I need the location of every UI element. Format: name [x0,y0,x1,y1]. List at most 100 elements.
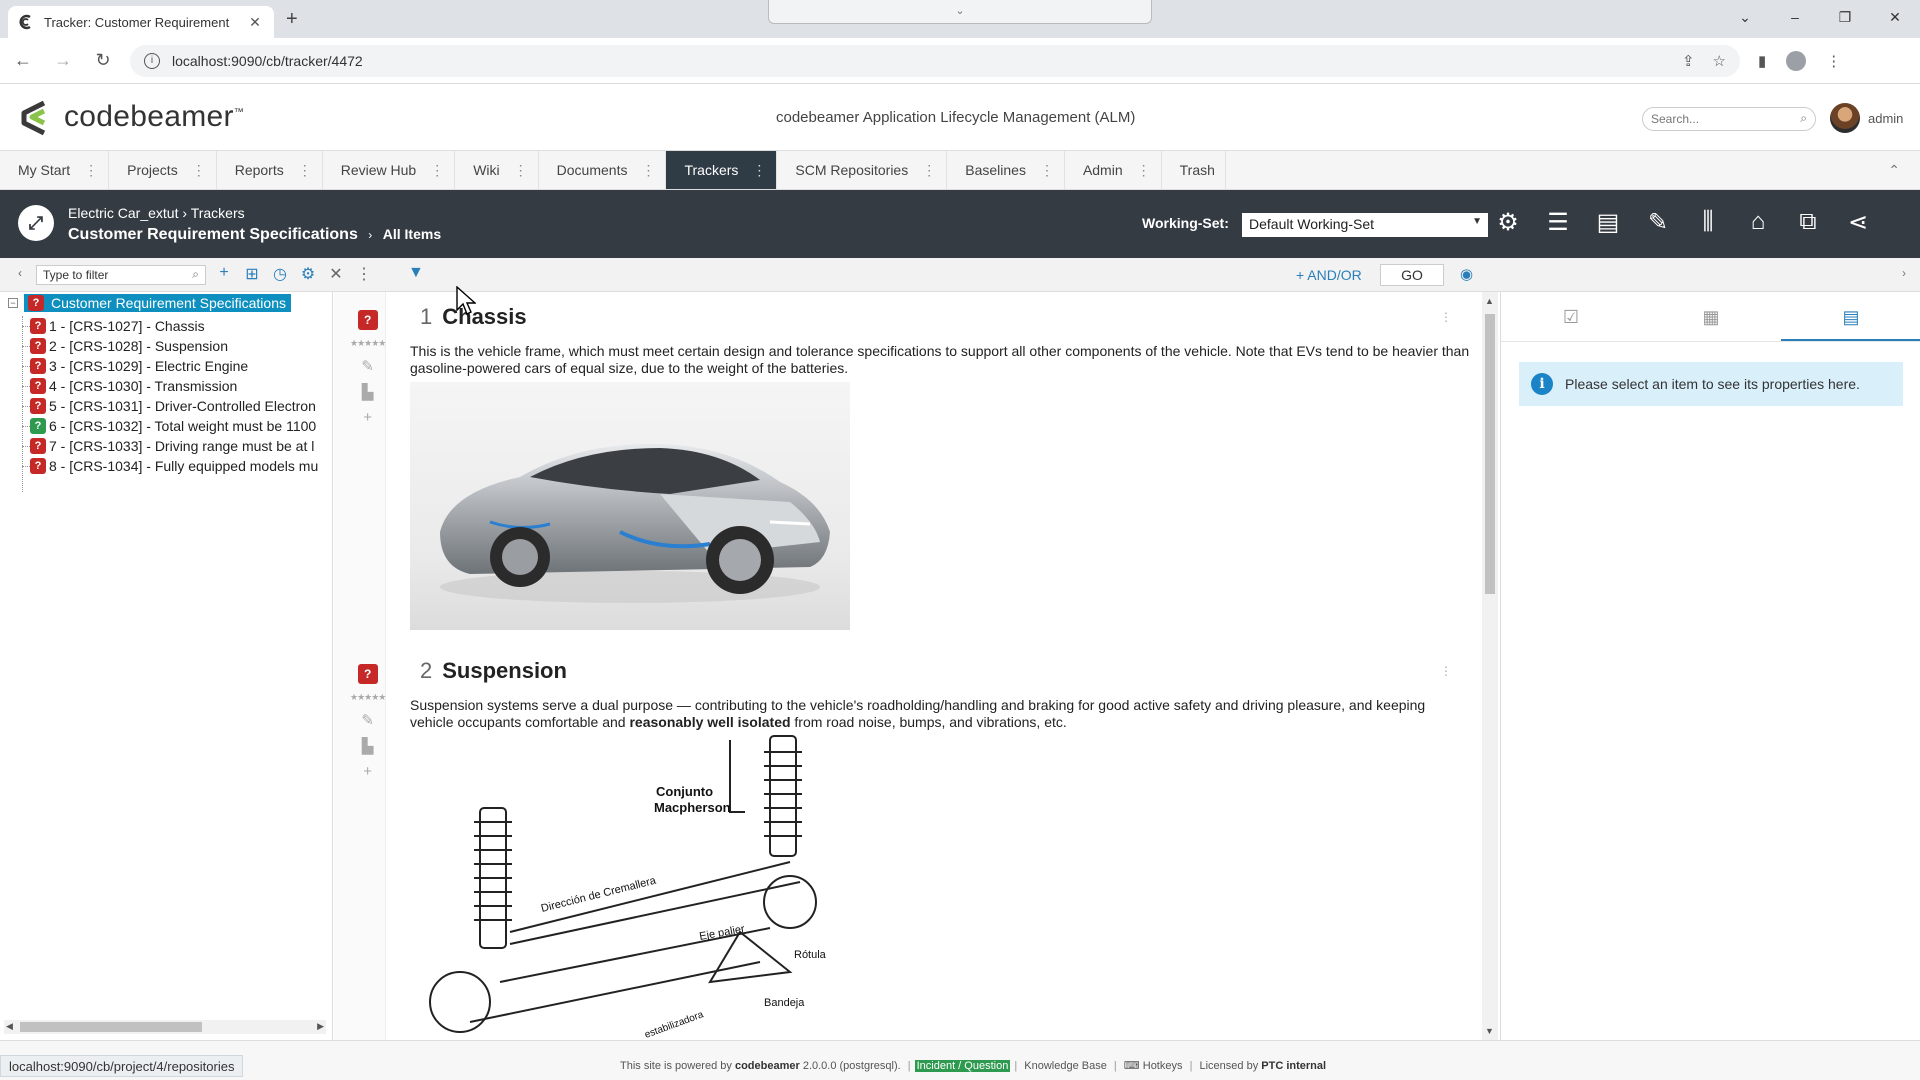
add-child-icon[interactable]: + [363,409,372,426]
collapse-all-icon[interactable]: ✕ [328,264,344,284]
comment-icon[interactable]: ▙ [362,737,374,755]
nav-menu-icon[interactable]: ⋮ [84,162,98,179]
url-field[interactable]: i localhost:9090/cb/tracker/4472 ⇪ ☆ [130,44,1740,77]
nav-menu-icon[interactable]: ⋮ [752,162,766,179]
test-coverage-icon[interactable]: ⌂ [1744,208,1772,237]
go-button[interactable]: GO [1380,264,1444,286]
share-icon[interactable]: ⇪ [1682,52,1695,70]
profile-icon[interactable] [1786,50,1807,71]
nav-wiki[interactable]: Wiki ⋮ [455,151,539,189]
document-edit-icon[interactable]: ✎ [1644,208,1672,237]
table-view-icon[interactable]: ☰ [1544,208,1572,237]
filter-icon[interactable]: ▼ [408,264,424,282]
tree-item[interactable]: ? 4 - [CRS-1030] - Transmission [21,376,318,396]
side-panel-icon[interactable]: ▮ [1758,52,1766,70]
search-icon[interactable]: ⌕ [1800,111,1807,126]
requirement-icon[interactable]: ? [357,664,378,684]
section-description[interactable]: This is the vehicle frame, which must me… [410,343,1470,377]
add-child-icon[interactable]: + [363,763,372,780]
and-or-button[interactable]: + AND/OR [1296,267,1362,283]
bookmark-star-icon[interactable]: ☆ [1713,52,1726,70]
nav-menu-icon[interactable]: ⋮ [922,162,936,179]
scrollbar-thumb[interactable] [20,1022,202,1032]
breadcrumb-trackers[interactable]: Trackers [191,205,245,221]
tree-root-label[interactable]: Customer Requirement Specifications [51,295,286,311]
gear-icon[interactable]: ⚙ [1494,208,1522,237]
tab-references-icon[interactable]: ▦ [1641,292,1781,341]
working-set-select[interactable]: Default Working-Set ▼ [1242,213,1488,237]
url-text[interactable]: localhost:9090/cb/tracker/4472 [172,53,1682,69]
scroll-down-icon[interactable]: ▼ [1485,1026,1494,1036]
nav-menu-icon[interactable]: ⋮ [1137,162,1151,179]
tree-item[interactable]: ? 2 - [CRS-1028] - Suspension [21,336,318,356]
traceability-icon[interactable]: ⫼ [1694,208,1722,237]
tree-item[interactable]: ? 8 - [CRS-1034] - Fully equipped models … [21,456,318,476]
restore-icon[interactable]: ❐ [1820,9,1870,26]
rating-stars[interactable]: ★★★★★ [350,338,386,349]
nav-projects[interactable]: Projects ⋮ [109,151,217,189]
tree-filter-input[interactable]: Type to filter ⌕ [36,265,206,285]
tree-item[interactable]: ? 5 - [CRS-1031] - Driver-Controlled Elec… [21,396,318,416]
back-arrow-icon[interactable]: ← [6,50,40,71]
close-tab-icon[interactable]: ✕ [246,14,264,31]
section-heading[interactable]: 2 Suspension [420,658,567,684]
scroll-up-icon[interactable]: ▲ [1485,296,1494,306]
history-icon[interactable]: ◷ [272,264,288,284]
reload-icon[interactable]: ↻ [86,50,120,71]
forward-arrow-icon[interactable]: → [46,50,80,71]
codebeamer-logo[interactable]: codebeamer™ [16,97,244,137]
hotkeys-link[interactable]: Hotkeys [1143,1060,1183,1072]
requirement-icon[interactable]: ? [357,310,378,330]
collapse-node-icon[interactable]: − [8,298,18,308]
section-menu-icon[interactable]: ⋮ [1440,664,1452,678]
section-menu-icon[interactable]: ⋮ [1440,310,1452,324]
user-avatar[interactable] [1830,103,1860,133]
minimize-icon[interactable]: – [1770,9,1820,25]
nav-reports[interactable]: Reports ⋮ [217,151,323,189]
breadcrumb-project[interactable]: Electric Car_extut [68,205,178,221]
compare-icon[interactable]: ⧉ [1794,208,1822,237]
view-name[interactable]: All Items [383,226,441,242]
nav-menu-icon[interactable]: ⋮ [641,162,655,179]
tree-item[interactable]: ? 6 - [CRS-1032] - Total weight must be 1… [21,416,318,436]
nav-trackers[interactable]: Trackers ⋮ [666,151,778,189]
browser-menu-icon[interactable]: ⋮ [1826,52,1841,70]
comment-icon[interactable]: ▙ [362,383,374,401]
new-tab-button[interactable]: + [286,8,298,31]
tree-item[interactable]: ? 1 - [CRS-1027] - Chassis [21,316,318,336]
edit-pencil-icon[interactable]: ✎ [361,711,374,729]
eye-icon[interactable]: ◉ [1460,265,1473,283]
share-icon[interactable]: ⋖ [1844,208,1872,237]
global-search-input[interactable]: Search... ⌕ [1642,107,1816,131]
nav-review-hub[interactable]: Review Hub ⋮ [323,151,456,189]
expand-right-panel-icon[interactable]: › [1902,266,1906,280]
tab-search-dropdown[interactable]: ⌄ [768,0,1152,24]
nav-my-start[interactable]: My Start ⋮ [0,151,110,189]
collapse-header-icon[interactable]: ⌃ [1868,151,1920,189]
section-title[interactable]: Suspension [442,658,567,684]
nav-scm-repositories[interactable]: SCM Repositories ⋮ [777,151,948,189]
tree-horizontal-scrollbar[interactable]: ◀ ▶ [4,1020,326,1034]
tab-checklist-icon[interactable]: ☑ [1501,292,1641,341]
nav-menu-icon[interactable]: ⋮ [430,162,444,179]
knowledge-base-link[interactable]: Knowledge Base [1024,1060,1107,1072]
browser-tab[interactable]: Tracker: Customer Requirement ✕ [8,6,274,38]
tab-properties-icon[interactable]: ▤ [1781,292,1920,341]
scroll-right-icon[interactable]: ▶ [317,1021,324,1032]
edit-pencil-icon[interactable]: ✎ [361,357,374,375]
nav-menu-icon[interactable]: ⋮ [1040,162,1054,179]
content-vertical-scrollbar[interactable]: ▲ ▼ [1482,292,1498,1040]
document-view-icon[interactable]: ▤ [1594,208,1622,237]
incident-link[interactable]: Incident / Question [914,1060,1011,1072]
section-title[interactable]: Chassis [442,304,526,330]
close-window-icon[interactable]: ✕ [1870,9,1920,26]
nav-admin[interactable]: Admin ⋮ [1065,151,1162,189]
add-item-icon[interactable]: + [216,264,232,284]
site-info-icon[interactable]: i [144,52,160,69]
nav-menu-icon[interactable]: ⋮ [298,162,312,179]
tree-item[interactable]: ? 7 - [CRS-1033] - Driving range must be … [21,436,318,456]
section-description[interactable]: Suspension systems serve a dual purpose … [410,697,1470,731]
tracker-name[interactable]: Customer Requirement Specifications [68,226,358,243]
tab-list-icon[interactable]: ⌄ [1720,9,1770,26]
rating-stars[interactable]: ★★★★★ [350,692,386,703]
